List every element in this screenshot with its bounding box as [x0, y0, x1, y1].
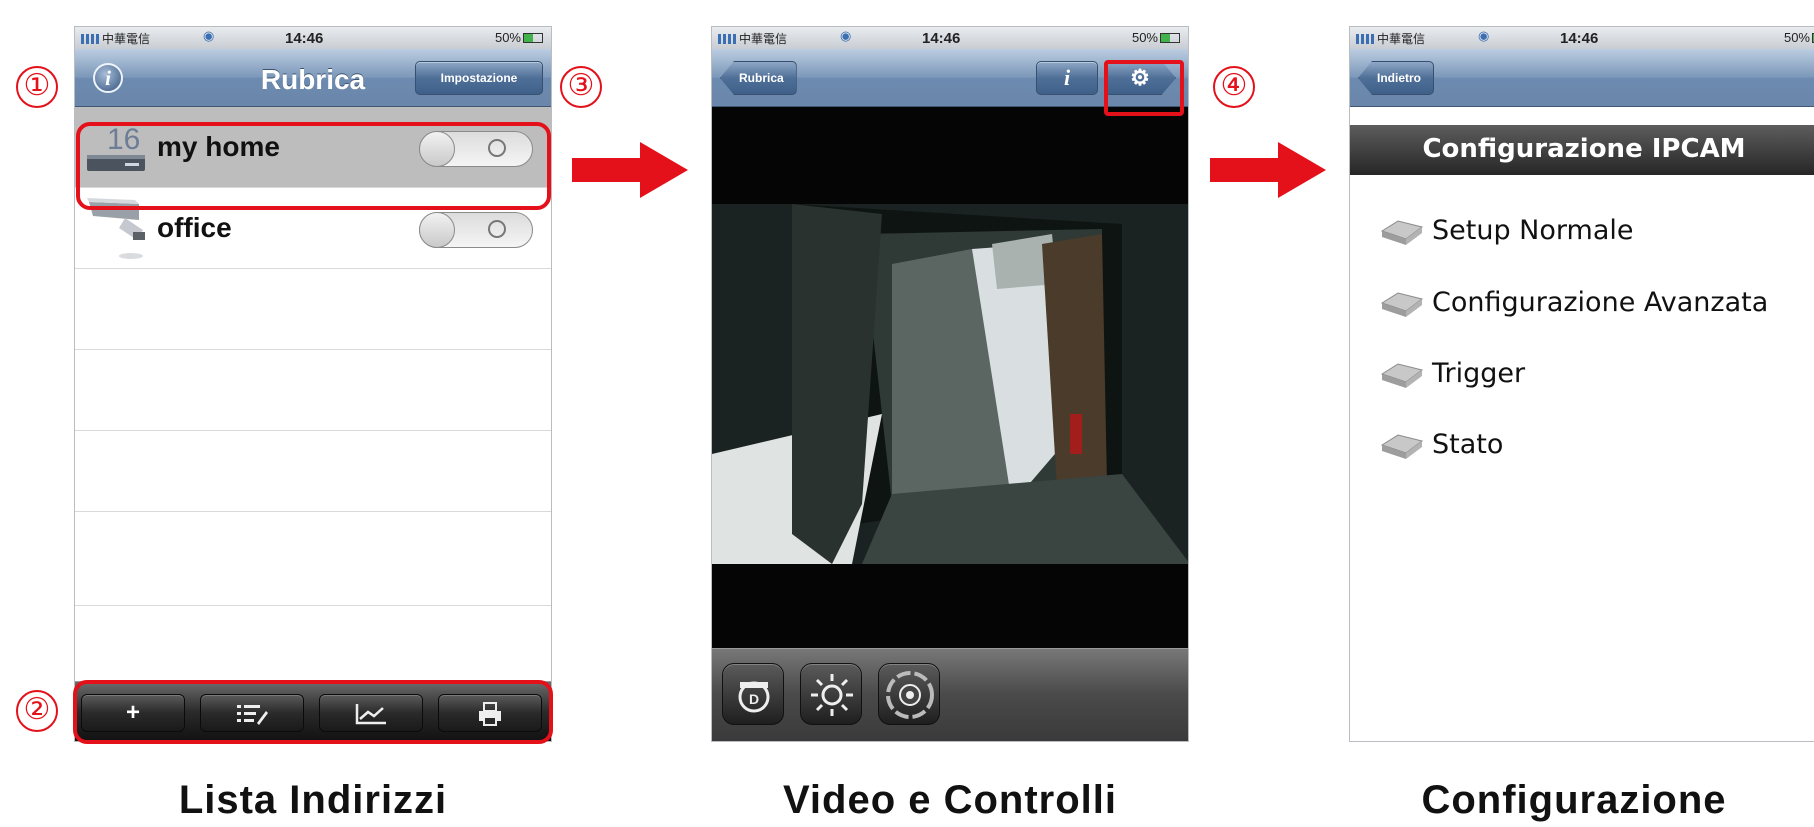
- section-title: Configurazione IPCAM: [1350, 125, 1814, 175]
- device-row-office[interactable]: office: [75, 188, 551, 269]
- clock: 14:46: [1560, 30, 1599, 47]
- edit-list-button[interactable]: [200, 694, 304, 732]
- empty-row: [75, 269, 551, 350]
- chart-button[interactable]: [319, 694, 423, 732]
- clock: 14:46: [285, 30, 324, 47]
- caption-configurazione: Configurazione: [1421, 778, 1727, 822]
- connect-toggle[interactable]: [419, 131, 533, 167]
- menu-item-trigger[interactable]: Trigger: [1380, 358, 1525, 398]
- svg-text:D: D: [749, 691, 759, 707]
- marker-4: ④: [1213, 66, 1255, 108]
- folder-icon: [1380, 291, 1424, 317]
- wifi-icon: ◉: [1478, 28, 1490, 43]
- ptz-button[interactable]: [878, 663, 940, 725]
- print-icon: [479, 701, 501, 726]
- brightness-button[interactable]: [800, 663, 862, 725]
- ptz-icon: [886, 671, 934, 719]
- menu-item-label: Configurazione Avanzata: [1432, 287, 1769, 318]
- signal-icon: [1356, 34, 1374, 44]
- battery-icon: [1160, 33, 1180, 43]
- menu-item-setup-normale[interactable]: Setup Normale: [1380, 215, 1633, 255]
- bottom-toolbar: +: [75, 681, 551, 741]
- caption-video-controlli: Video e Controlli: [782, 778, 1118, 822]
- status-bar: 中華電信 ◉ 14:46 50%: [1350, 27, 1814, 49]
- dvr-icon: 16: [87, 123, 145, 171]
- battery-percent: 50%: [1783, 30, 1810, 45]
- status-bar: 中華電信 ◉ 14:46 50%: [712, 27, 1188, 49]
- marker-3: ③: [560, 66, 602, 108]
- svg-text:16: 16: [107, 123, 140, 156]
- empty-row: [75, 512, 551, 606]
- battery-icon: [523, 33, 543, 43]
- arrow-right-icon: [1210, 142, 1326, 198]
- print-button[interactable]: [438, 694, 542, 732]
- device-row-my-home[interactable]: 16 my home: [75, 107, 551, 188]
- add-button[interactable]: +: [81, 694, 185, 732]
- wifi-icon: ◉: [203, 28, 215, 43]
- edit-list-icon: [237, 704, 268, 725]
- instruction-figure: 中華電信 ◉ 14:46 50% i Rubrica Impostazione …: [0, 0, 1814, 827]
- connect-toggle[interactable]: [419, 212, 533, 248]
- navigation-bar: Rubrica i ⚙: [712, 49, 1188, 107]
- chart-icon: [355, 703, 386, 724]
- status-bar: 中華電信 ◉ 14:46 50%: [75, 27, 551, 49]
- menu-item-label: Setup Normale: [1432, 215, 1634, 246]
- folder-icon: [1380, 219, 1424, 245]
- carrier-label: 中華電信: [739, 32, 788, 46]
- carrier-label: 中華電信: [1377, 32, 1426, 46]
- back-button[interactable]: Indietro: [1358, 61, 1434, 95]
- caption-lista-indirizzi: Lista Indirizzi: [178, 778, 448, 822]
- phone-configuration: 中華電信 ◉ 14:46 50% Indietro Configurazione…: [1349, 26, 1814, 742]
- battery-percent: 50%: [494, 30, 521, 45]
- marker-2: ②: [16, 690, 58, 732]
- carrier-label: 中華電信: [102, 32, 151, 46]
- device-name: my home: [157, 131, 280, 162]
- arrow-right-icon: [572, 142, 688, 198]
- signal-icon: [81, 34, 99, 44]
- battery-percent: 50%: [1131, 30, 1158, 45]
- phone-address-list: 中華電信 ◉ 14:46 50% i Rubrica Impostazione …: [74, 26, 552, 742]
- settings-button[interactable]: Impostazione: [415, 61, 543, 95]
- settings-gear-button[interactable]: ⚙: [1104, 61, 1176, 95]
- menu-item-stato[interactable]: Stato: [1380, 429, 1503, 469]
- dvr-record-icon: D: [738, 681, 770, 713]
- video-area: [712, 107, 1188, 650]
- control-bar: D: [712, 648, 1188, 741]
- folder-icon: [1380, 433, 1424, 459]
- record-button[interactable]: D: [722, 663, 784, 725]
- menu-item-configurazione-avanzata[interactable]: Configurazione Avanzata: [1380, 287, 1768, 327]
- camera-icon: [87, 198, 145, 259]
- wifi-icon: ◉: [840, 28, 852, 43]
- empty-row: [75, 431, 551, 512]
- navigation-bar: Indietro: [1350, 49, 1814, 107]
- brightness-icon: [811, 674, 853, 716]
- back-button[interactable]: Rubrica: [720, 61, 797, 95]
- camera-feed[interactable]: [712, 204, 1188, 564]
- navigation-bar: i Rubrica Impostazione: [75, 49, 551, 107]
- signal-icon: [718, 34, 736, 44]
- phone-live-video: 中華電信 ◉ 14:46 50% Rubrica i ⚙ D: [711, 26, 1189, 742]
- camera-feed-image: [712, 204, 1188, 564]
- marker-1: ①: [16, 66, 58, 108]
- empty-row: [75, 350, 551, 431]
- menu-item-label: Stato: [1432, 429, 1504, 460]
- folder-icon: [1380, 362, 1424, 388]
- menu-item-label: Trigger: [1432, 358, 1526, 389]
- info-button[interactable]: i: [1036, 61, 1098, 95]
- gear-icon: ⚙: [1130, 65, 1150, 90]
- device-name: office: [157, 212, 232, 243]
- clock: 14:46: [922, 30, 961, 47]
